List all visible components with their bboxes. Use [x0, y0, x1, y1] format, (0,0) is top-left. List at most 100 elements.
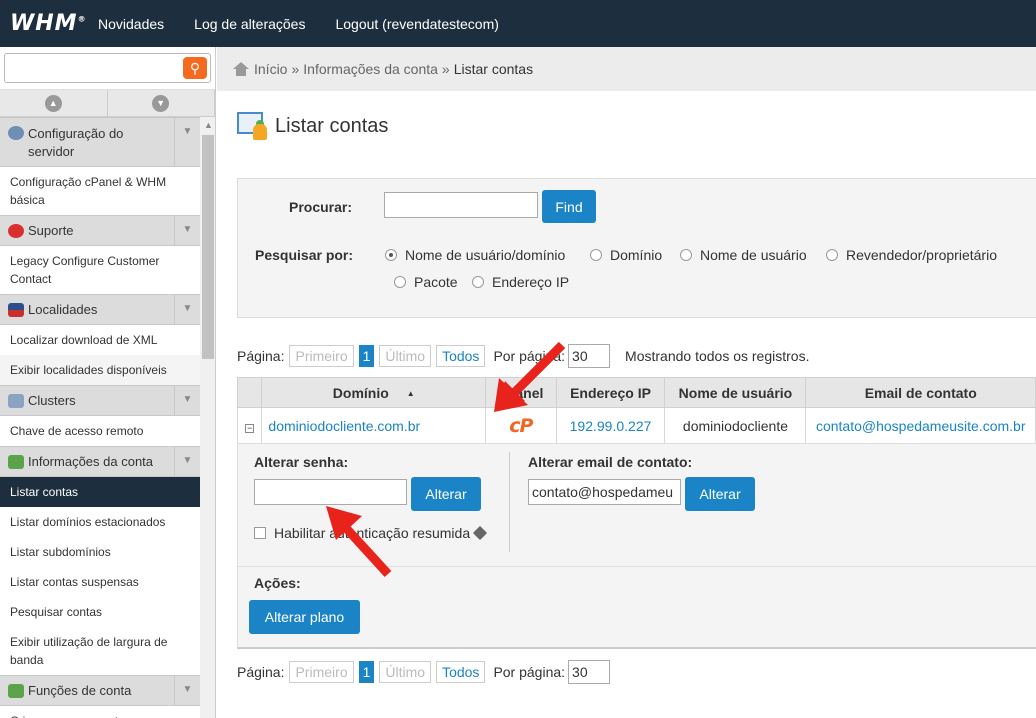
- per-page-input[interactable]: 30: [568, 344, 611, 368]
- chevron-down-icon[interactable]: ▼: [174, 216, 200, 245]
- radio-username[interactable]: Nome de usuário: [680, 247, 807, 263]
- breadcrumb-account-info[interactable]: Informações da conta: [303, 61, 438, 77]
- search-icon[interactable]: ⚲: [183, 57, 207, 79]
- header-cpanel: cPanel: [485, 377, 557, 408]
- sidebar-section-account-info[interactable]: Informações da conta ▼: [0, 446, 200, 477]
- pager-last[interactable]: Último: [379, 345, 432, 367]
- sidebar-item-bandwidth[interactable]: Exibir utilização de largura de banda: [0, 627, 200, 675]
- header-username[interactable]: Nome de usuário: [664, 377, 807, 408]
- sidebar-section-account-functions[interactable]: Funções de conta ▼: [0, 675, 200, 706]
- expand-all-button[interactable]: ▼: [108, 90, 215, 116]
- sidebar-item-customer-contact[interactable]: Legacy Configure Customer Contact: [0, 246, 200, 294]
- scroll-up-icon[interactable]: ▲: [204, 120, 213, 130]
- pager-all[interactable]: Todos: [436, 661, 486, 683]
- account-functions-icon: [8, 684, 24, 698]
- chevron-down-icon[interactable]: ▼: [174, 295, 200, 324]
- section-title: Funções de conta: [28, 683, 132, 698]
- change-password-button[interactable]: Alterar: [411, 477, 481, 511]
- sidebar-section-support[interactable]: Suporte ▼: [0, 215, 200, 246]
- sidebar-item-create-account[interactable]: Criar uma nova conta: [0, 706, 200, 718]
- section-title: Suporte: [28, 223, 74, 238]
- pager-last[interactable]: Último: [379, 661, 432, 683]
- sidebar-item-view-locales[interactable]: Exibir localidades disponíveis: [0, 355, 200, 385]
- sidebar-search-input[interactable]: [4, 53, 211, 83]
- breadcrumb: Início » Informações da conta » Listar c…: [217, 47, 1036, 91]
- row-collapse-cell[interactable]: −: [236, 407, 263, 444]
- pager-label: Página:: [237, 664, 285, 680]
- sidebar-item-search-accounts[interactable]: Pesquisar contas: [0, 597, 200, 627]
- nav-logout-link[interactable]: Logout (revendatestecom): [335, 16, 498, 32]
- sidebar-item-basic-config[interactable]: Configuração cPanel & WHM básica: [0, 167, 200, 215]
- search-input[interactable]: [384, 192, 538, 218]
- per-page-label: Por página:: [493, 348, 566, 364]
- sidebar-section-clusters[interactable]: Clusters ▼: [0, 385, 200, 416]
- nav-changelog-link[interactable]: Log de alterações: [194, 16, 305, 32]
- scrollbar-thumb[interactable]: [202, 135, 214, 359]
- radio-dot: [385, 249, 397, 261]
- ip-link[interactable]: 192.99.0.227: [570, 418, 652, 434]
- pager-current[interactable]: 1: [358, 345, 375, 367]
- checkbox[interactable]: [254, 527, 266, 539]
- info-tag-icon[interactable]: [473, 525, 488, 541]
- header-ip[interactable]: Endereço IP: [555, 377, 666, 408]
- home-icon[interactable]: [233, 62, 249, 76]
- radio-package[interactable]: Pacote: [394, 274, 458, 290]
- radio-user-domain[interactable]: Nome de usuário/domínio: [385, 247, 565, 263]
- radio-domain[interactable]: Domínio: [590, 247, 662, 263]
- whm-logo[interactable]: WHM®: [0, 11, 98, 36]
- header-email[interactable]: Email de contato: [805, 377, 1036, 408]
- chevron-down-icon[interactable]: ▼: [174, 118, 200, 166]
- section-title: Clusters: [28, 393, 76, 408]
- section-title: Localidades: [28, 302, 98, 317]
- actions-label: Ações:: [254, 575, 301, 591]
- breadcrumb-home[interactable]: Início: [254, 61, 287, 77]
- sidebar-item-subdomains[interactable]: Listar subdomínios: [0, 537, 200, 567]
- radio-reseller[interactable]: Revendedor/proprietário: [826, 247, 997, 263]
- pager-all[interactable]: Todos: [436, 345, 486, 367]
- search-by-label: Pesquisar por:: [255, 247, 354, 263]
- email-input[interactable]: contato@hospedameu: [528, 479, 681, 505]
- change-email-button[interactable]: Alterar: [685, 477, 755, 511]
- sidebar-item-parked-domains[interactable]: Listar domínios estacionados: [0, 507, 200, 537]
- header-domain[interactable]: Domínio ▲: [261, 377, 487, 408]
- chevron-down-icon[interactable]: ▼: [174, 676, 200, 705]
- page-title: Listar contas: [237, 110, 388, 142]
- collapse-all-button[interactable]: ▲: [0, 90, 108, 116]
- per-page-input[interactable]: 30: [568, 660, 611, 684]
- collapse-controls: ▲ ▼: [0, 90, 215, 117]
- nav-news-link[interactable]: Novidades: [98, 16, 164, 32]
- top-nav: Novidades Log de alterações Logout (reve…: [98, 16, 529, 32]
- email-link[interactable]: contato@hospedameusite.com.br: [816, 418, 1026, 434]
- digest-auth-label: Habilitar autenticação resumida: [274, 525, 471, 541]
- digest-auth-checkbox[interactable]: Habilitar autenticação resumida: [254, 525, 488, 541]
- sidebar-scrollbar[interactable]: ▲: [200, 117, 215, 718]
- pager-first[interactable]: Primeiro: [289, 661, 354, 683]
- search-label: Procurar:: [289, 199, 353, 215]
- sidebar-section-locales[interactable]: Localidades ▼: [0, 294, 200, 325]
- password-input[interactable]: [254, 479, 407, 505]
- sidebar-section-server-config[interactable]: Configuração do servidor ▼: [0, 117, 200, 167]
- sidebar-item-list-accounts[interactable]: Listar contas: [0, 477, 200, 507]
- pager-current[interactable]: 1: [358, 661, 375, 683]
- pager-label: Página:: [237, 348, 285, 364]
- find-button[interactable]: Find: [542, 190, 596, 223]
- section-title: Informações da conta: [28, 454, 154, 469]
- section-title: Configuração do servidor: [28, 126, 124, 159]
- sidebar: ⚲ ▲ ▼ Configuração do servidor ▼ Configu…: [0, 47, 216, 718]
- pager-top: Página: Primeiro 1 Último Todos Por pági…: [237, 344, 809, 368]
- radio-dot: [680, 249, 692, 261]
- change-plan-button[interactable]: Alterar plano: [249, 600, 360, 634]
- radio-ip[interactable]: Endereço IP: [472, 274, 569, 290]
- chevron-down-icon[interactable]: ▼: [174, 386, 200, 415]
- breadcrumb-separator: »: [291, 61, 300, 77]
- lifebuoy-icon: [8, 224, 24, 238]
- collapse-icon[interactable]: −: [245, 423, 255, 433]
- domain-link[interactable]: dominiodocliente.com.br: [268, 418, 420, 434]
- cpanel-icon[interactable]: cP: [509, 415, 533, 437]
- chevron-down-icon[interactable]: ▼: [174, 447, 200, 476]
- sidebar-item-remote-key[interactable]: Chave de acesso remoto: [0, 416, 200, 446]
- sidebar-search: ⚲: [0, 47, 215, 90]
- sidebar-item-locale-xml[interactable]: Localizar download de XML: [0, 325, 200, 355]
- sidebar-item-suspended[interactable]: Listar contas suspensas: [0, 567, 200, 597]
- pager-first[interactable]: Primeiro: [289, 345, 354, 367]
